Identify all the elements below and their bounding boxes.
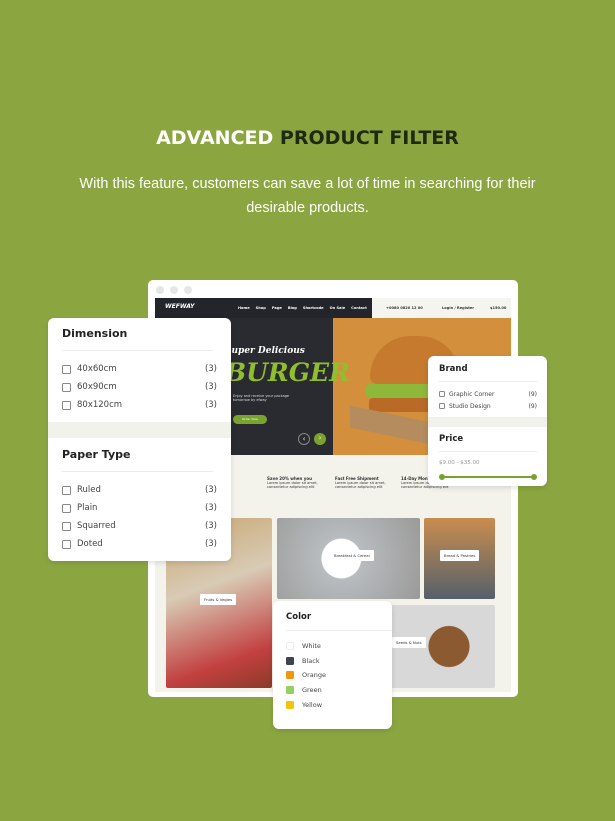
window-dot: [170, 286, 178, 294]
category-breakfast[interactable]: Breakfast & Cereal: [277, 518, 420, 599]
nav-item[interactable]: Shortcode: [303, 306, 324, 310]
filter-option[interactable]: Studio Design (9): [439, 400, 537, 412]
checkbox[interactable]: [439, 403, 445, 409]
heading-part1: ADVANCED: [156, 127, 274, 149]
price-title: Price: [439, 434, 464, 444]
filter-panel-brand: Brand Graphic Corner (9) Studio Design (9)…: [428, 356, 547, 486]
brand-title: Brand: [439, 364, 468, 374]
hero-text: Enjoy and receive your package tomorrow …: [233, 394, 290, 402]
color-option[interactable]: Orange: [286, 668, 392, 683]
hero-title: BURGER: [225, 358, 350, 387]
checkbox[interactable]: [62, 521, 71, 531]
color-title: Color: [286, 612, 312, 622]
nav-item[interactable]: Shop: [256, 306, 266, 310]
category-label: Breakfast & Cereal: [330, 550, 374, 561]
color-label: Yellow: [302, 700, 323, 709]
price-slider[interactable]: [439, 472, 537, 482]
nav-item[interactable]: On Sale: [330, 306, 346, 310]
filter-option[interactable]: 80x120cm (3): [62, 396, 217, 414]
slider-handle-min[interactable]: [439, 474, 445, 480]
filter-option[interactable]: 60x90cm (3): [62, 378, 217, 396]
feature-item: Fast Free Shipment Lorem ipsum dolor sit …: [335, 476, 386, 489]
checkbox[interactable]: [62, 400, 71, 410]
nav-item[interactable]: Contact: [351, 306, 367, 310]
feature-item: Save 20% when you Lorem ipsum dolor sit a…: [267, 476, 318, 489]
nav-item[interactable]: Home: [238, 306, 250, 310]
category-bread[interactable]: Bread & Pastries: [424, 518, 495, 599]
slider-handle-max[interactable]: [531, 474, 537, 480]
checkbox[interactable]: [62, 382, 71, 392]
filter-panel-left: Dimension 40x60cm (3) 60x90cm (3) 80x120cm…: [48, 318, 231, 561]
color-swatch[interactable]: [286, 656, 294, 665]
window-dot: [184, 286, 192, 294]
color-option[interactable]: Black: [286, 654, 392, 669]
color-label: Green: [302, 686, 322, 695]
subtitle: With this feature, customers can save a …: [79, 176, 536, 216]
filter-option[interactable]: Ruled (3): [62, 481, 217, 499]
color-option[interactable]: Yellow: [286, 697, 392, 712]
next-arrow-icon[interactable]: ›: [314, 433, 326, 445]
window-dot: [156, 286, 164, 294]
heading-part2: PRODUCT FILTER: [279, 127, 459, 149]
filter-panel-color: Color White Black Orange Green Yellow: [273, 601, 392, 729]
site-header: WEFWAY Home Shop Page Blog Shortcode On Sale C…: [155, 298, 372, 318]
category-label: Bread & Pastries: [440, 550, 480, 561]
site-logo: WEFWAY: [165, 303, 195, 310]
category-seeds[interactable]: Seeds & Nuts: [380, 605, 495, 688]
color-swatch[interactable]: [286, 642, 294, 651]
nav-item[interactable]: Blog: [288, 306, 297, 310]
filter-option[interactable]: 40x60cm (3): [62, 360, 217, 378]
color-option[interactable]: White: [286, 639, 392, 654]
color-label: Black: [302, 656, 320, 665]
login-link[interactable]: Login / Register: [442, 306, 474, 310]
category-label: Fruits & Vegies: [200, 594, 237, 605]
color-option[interactable]: Green: [286, 683, 392, 698]
cart-total[interactable]: $150.00: [490, 306, 506, 310]
site-header-right: +0080 0820 12 00 Login / Register $150.0…: [372, 298, 511, 318]
prev-arrow-icon[interactable]: ‹: [298, 433, 310, 445]
divider: [48, 422, 231, 438]
hero-button[interactable]: Order Now: [233, 415, 267, 424]
filter-option[interactable]: Plain (3): [62, 499, 217, 517]
filter-option[interactable]: Graphic Corner (9): [439, 388, 537, 400]
nav-item[interactable]: Page: [272, 306, 282, 310]
paper-type-title: Paper Type: [62, 448, 131, 461]
checkbox[interactable]: [62, 485, 71, 495]
page-heading: ADVANCED PRODUCT FILTER: [0, 127, 615, 149]
checkbox[interactable]: [62, 539, 71, 549]
category-label: Seeds & Nuts: [392, 637, 426, 648]
color-label: White: [302, 642, 321, 651]
color-swatch[interactable]: [286, 671, 294, 680]
color-label: Orange: [302, 671, 327, 680]
filter-option[interactable]: Doted (3): [62, 535, 217, 553]
price-range: $9.00 - $35.00: [439, 460, 480, 466]
dimension-title: Dimension: [62, 327, 128, 340]
filter-option[interactable]: Squarred (3): [62, 517, 217, 535]
checkbox[interactable]: [439, 391, 445, 397]
checkbox[interactable]: [62, 503, 71, 513]
hero-line1: Super Delicious: [225, 346, 305, 356]
hotline: +0080 0820 12 00: [386, 306, 423, 310]
color-swatch[interactable]: [286, 700, 294, 709]
checkbox[interactable]: [62, 364, 71, 374]
site-nav: Home Shop Page Blog Shortcode On Sale Contact: [238, 306, 367, 310]
color-swatch[interactable]: [286, 686, 294, 695]
